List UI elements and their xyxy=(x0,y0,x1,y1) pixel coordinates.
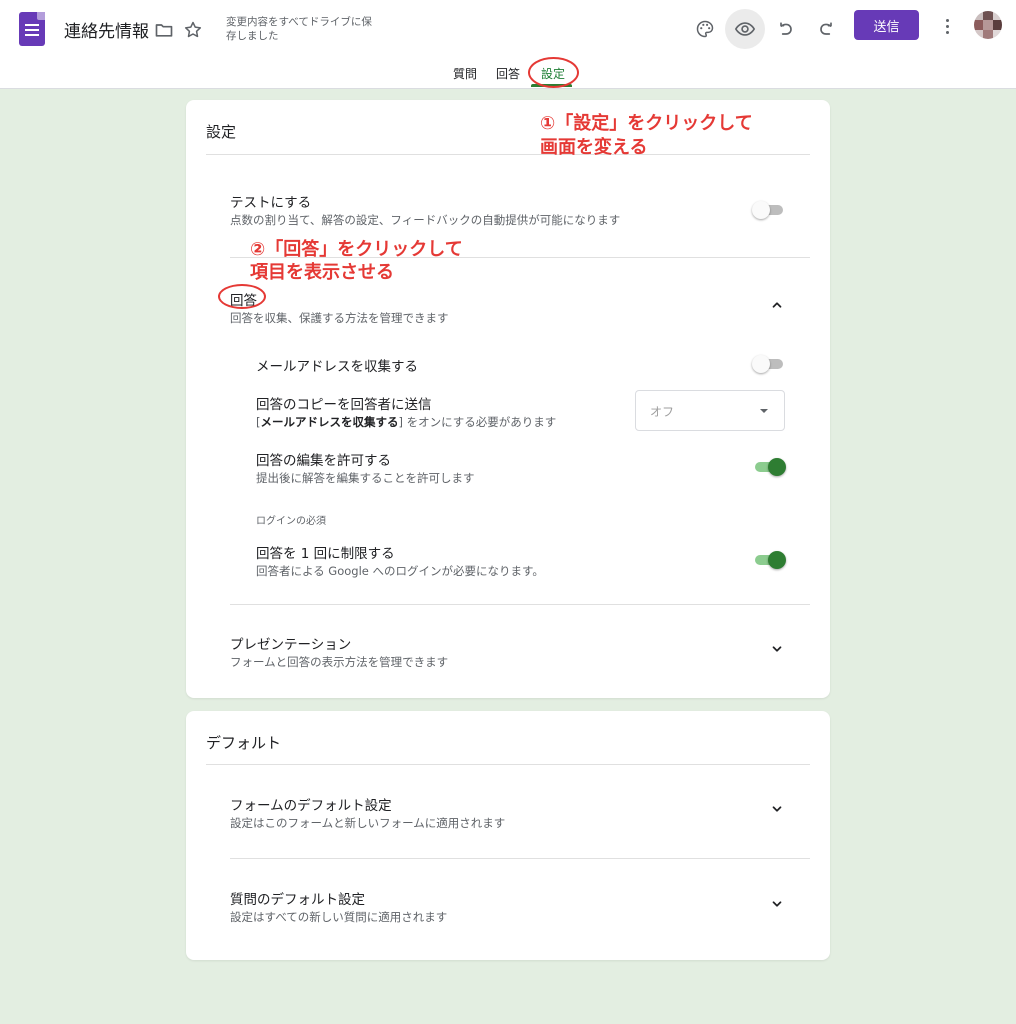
quiz-title: テストにする xyxy=(230,195,312,211)
annotation-ring-settings-tab xyxy=(528,57,579,88)
document-title[interactable]: 連絡先情報 xyxy=(64,17,149,42)
form-defaults-subtitle: 設定はこのフォームと新しいフォームに適用されます xyxy=(230,816,506,830)
dropdown-arrow-icon xyxy=(760,409,768,413)
defaults-card: デフォルト フォームのデフォルト設定 設定はこのフォームと新しいフォームに適用さ… xyxy=(186,711,830,960)
limit-one-toggle[interactable] xyxy=(752,550,786,570)
presentation-title[interactable]: プレゼンテーション xyxy=(230,633,351,653)
limit-one-subtitle: 回答者による Google へのログインが必要になります。 xyxy=(256,564,544,578)
tab-bar: 質問 回答 設定 xyxy=(0,65,1016,89)
send-copy-note: [メールアドレスを収集する] をオンにする必要があります xyxy=(256,415,557,429)
save-status: 変更内容をすべてドライブに保存しました xyxy=(226,16,372,42)
settings-title: 設定 xyxy=(206,123,237,141)
presentation-subtitle: フォームと回答の表示方法を管理できます xyxy=(230,655,449,669)
divider xyxy=(230,858,810,859)
annotation-ring-responses xyxy=(218,284,266,309)
more-vert-icon[interactable] xyxy=(936,14,958,38)
annotation-step2-line1: ②「回答」をクリックして xyxy=(250,239,463,260)
collect-email-toggle[interactable] xyxy=(752,354,786,374)
allow-edit-title: 回答の編集を許可する xyxy=(256,453,391,469)
tab-responses[interactable]: 回答 xyxy=(496,65,520,82)
chevron-down-icon[interactable] xyxy=(768,895,786,913)
settings-card: 設定 テストにする 点数の割り当て、解答の設定、フィードバックの自動提供が可能に… xyxy=(186,100,830,698)
send-copy-title: 回答のコピーを回答者に送信 xyxy=(256,397,432,413)
avatar[interactable] xyxy=(974,11,1002,39)
annotation-step2-line2: 項目を表示させる xyxy=(250,262,394,283)
responses-subtitle: 回答を収集、保護する方法を管理できます xyxy=(230,311,449,325)
send-copy-select[interactable]: オフ xyxy=(635,390,785,431)
chevron-down-icon[interactable] xyxy=(768,800,786,818)
redo-icon[interactable] xyxy=(806,9,846,49)
send-copy-select-value: オフ xyxy=(650,405,675,419)
question-defaults-subtitle: 設定はすべての新しい質問に適用されます xyxy=(230,910,448,924)
allow-edit-toggle[interactable] xyxy=(752,457,786,477)
undo-icon[interactable] xyxy=(766,9,806,49)
annotation-step1-line2: 画面を変える xyxy=(540,137,648,158)
chevron-down-icon[interactable] xyxy=(768,640,786,658)
annotation-step1-line1: ①「設定」をクリックして xyxy=(540,113,753,134)
top-bar: 連絡先情報 変更内容をすべてドライブに保存しました 送信 質問 回答 設定 xyxy=(0,0,1016,89)
quiz-subtitle: 点数の割り当て、解答の設定、フィードバックの自動提供が可能になります xyxy=(230,213,621,227)
form-defaults-title[interactable]: フォームのデフォルト設定 xyxy=(230,794,392,814)
defaults-title: デフォルト xyxy=(206,734,282,752)
eye-icon[interactable] xyxy=(725,9,765,49)
question-defaults-title[interactable]: 質問のデフォルト設定 xyxy=(230,888,365,908)
limit-one-title: 回答を 1 回に制限する xyxy=(256,546,395,562)
login-required-label: ログインの必須 xyxy=(256,516,326,527)
allow-edit-subtitle: 提出後に解答を編集することを許可します xyxy=(256,471,475,485)
divider xyxy=(206,764,810,765)
quiz-toggle[interactable] xyxy=(752,200,786,220)
forms-logo-icon[interactable] xyxy=(19,12,45,46)
tab-questions[interactable]: 質問 xyxy=(453,65,477,82)
folder-icon[interactable] xyxy=(152,18,176,42)
collect-email-title: メールアドレスを収集する xyxy=(256,359,418,375)
divider xyxy=(206,154,810,155)
palette-icon[interactable] xyxy=(685,9,725,49)
star-icon[interactable] xyxy=(181,18,205,42)
send-button[interactable]: 送信 xyxy=(854,10,919,40)
chevron-up-icon[interactable] xyxy=(768,296,786,314)
divider xyxy=(230,604,810,605)
